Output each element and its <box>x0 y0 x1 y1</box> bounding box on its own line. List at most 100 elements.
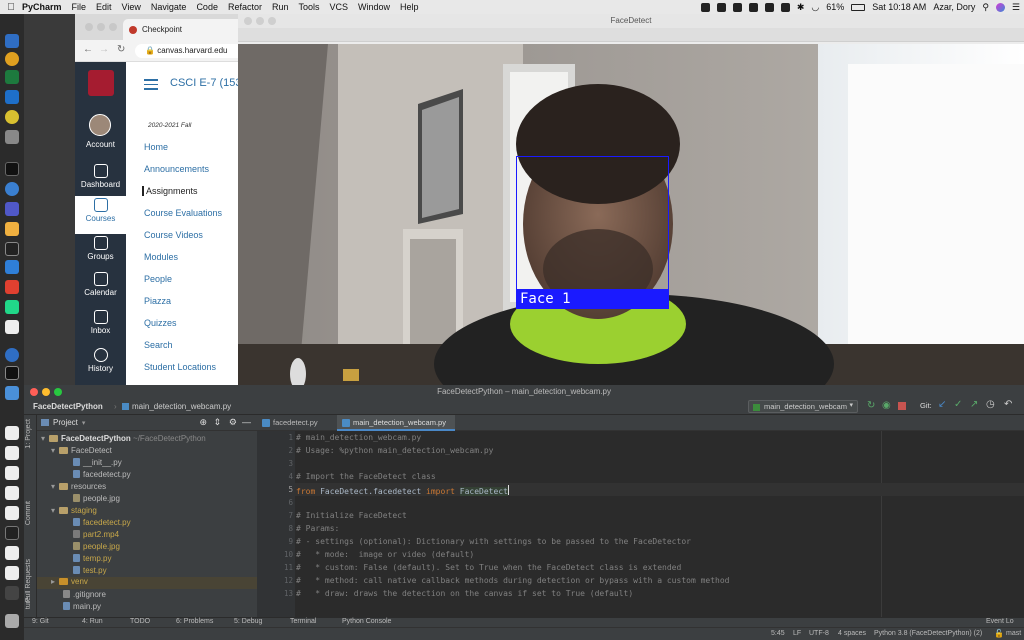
document-icon[interactable] <box>5 446 19 460</box>
clock[interactable]: Sat 10:18 AM <box>872 2 926 12</box>
gear-icon[interactable]: ⚙ <box>229 417 237 428</box>
locate-icon[interactable]: ⊕ <box>199 417 207 428</box>
indent-setting[interactable]: 4 spaces <box>838 630 866 637</box>
run-config-select[interactable]: main_detection_webcam ▾ <box>748 400 858 413</box>
forward-arrow-icon[interactable]: → <box>99 44 109 55</box>
close-button[interactable] <box>30 388 38 396</box>
tree-item[interactable]: ▾ FaceDetect <box>51 446 112 455</box>
menu-refactor[interactable]: Refactor <box>228 2 262 12</box>
history-icon[interactable]: ◷ <box>986 399 995 410</box>
tree-item[interactable]: facedetect.py <box>73 518 131 527</box>
code-line[interactable]: # Initialize FaceDetect <box>296 511 407 520</box>
tool-tab-commit[interactable]: Commit <box>25 501 32 525</box>
menu-help[interactable]: Help <box>400 2 419 12</box>
course-link-modules[interactable]: Modules <box>144 252 178 262</box>
minimize-button[interactable] <box>97 23 105 31</box>
user-name[interactable]: Azar, Dory <box>933 2 975 12</box>
menu-window[interactable]: Window <box>358 2 390 12</box>
course-link-assignments[interactable]: Assignments <box>142 186 198 196</box>
code-line[interactable]: # * mode: image or video (default) <box>296 550 474 559</box>
tool-git[interactable]: 9: Git <box>32 618 49 625</box>
course-link-course-evaluations[interactable]: Course Evaluations <box>144 208 222 218</box>
editor-tab-active[interactable]: main_detection_webcam.py <box>337 415 455 431</box>
browser-tab[interactable]: Checkpoint <box>123 19 245 40</box>
bluetooth-icon[interactable]: ✱ <box>797 2 805 13</box>
nav-history[interactable]: History <box>75 346 126 382</box>
app-icon[interactable] <box>5 280 19 294</box>
course-link-piazza[interactable]: Piazza <box>144 296 171 306</box>
nav-dashboard[interactable]: Dashboard <box>75 162 126 198</box>
tool-python-console[interactable]: Python Console <box>342 618 391 625</box>
tool-todo[interactable]: TODO <box>130 618 150 625</box>
battery-percent[interactable]: 61% <box>826 2 844 12</box>
menu-view[interactable]: View <box>122 2 141 12</box>
code-line-import[interactable]: from FaceDetect.facedetect import FaceDe… <box>296 485 509 496</box>
code-line[interactable]: # * draw: draws the detection on the can… <box>296 589 633 598</box>
app-icon[interactable] <box>5 242 19 256</box>
wifi-icon[interactable]: ◡ <box>811 2 819 13</box>
zoom-button[interactable] <box>54 388 62 396</box>
dock-app-icon[interactable] <box>5 34 19 48</box>
lock-icon[interactable]: 🔓 <box>994 629 1004 638</box>
app-status-icon[interactable] <box>780 2 790 12</box>
tree-item[interactable]: ▸ venv <box>37 577 257 589</box>
course-link-people[interactable]: People <box>144 274 172 284</box>
folder-icon[interactable] <box>5 386 19 400</box>
nav-inbox[interactable]: Inbox <box>75 308 126 344</box>
code-line[interactable]: # - settings (optional): Dictionary with… <box>296 537 691 546</box>
course-link-announcements[interactable]: Announcements <box>144 164 209 174</box>
app-status-icon[interactable] <box>748 2 758 12</box>
outlook-icon[interactable] <box>5 90 19 104</box>
menu-vcs[interactable]: VCS <box>330 2 349 12</box>
apple-menu-icon[interactable]:  <box>0 2 22 13</box>
breadcrumb-file[interactable]: main_detection_webcam.py <box>132 402 231 411</box>
minimize-button[interactable] <box>256 17 264 25</box>
breadcrumb-project[interactable]: FaceDetectPython <box>33 402 103 411</box>
tool-tab-project[interactable]: 1: Project <box>25 419 32 449</box>
debug-icon[interactable]: ◉ <box>882 400 891 411</box>
line-separator[interactable]: LF <box>793 630 801 637</box>
document-icon[interactable] <box>5 486 19 500</box>
app-status-icon[interactable] <box>700 2 710 12</box>
chrome-icon[interactable] <box>5 52 19 66</box>
photos-icon[interactable] <box>5 110 19 124</box>
app-icon[interactable] <box>5 130 19 144</box>
caret-position[interactable]: 5:45 <box>771 630 785 637</box>
nav-courses[interactable]: Courses <box>75 196 126 234</box>
nav-calendar[interactable]: Calendar <box>75 270 126 306</box>
tree-item[interactable]: people.jpg <box>73 542 120 551</box>
course-link-search[interactable]: Search <box>144 340 173 350</box>
tool-debug[interactable]: 5: Debug <box>234 618 262 625</box>
code-line[interactable]: # Params: <box>296 524 339 533</box>
tool-event-log[interactable]: Event Lo <box>986 618 1014 625</box>
nav-account[interactable]: Account <box>75 140 126 158</box>
tree-item[interactable]: part2.mp4 <box>73 530 119 539</box>
tool-problems[interactable]: 6: Problems <box>176 618 213 625</box>
tool-terminal[interactable]: Terminal <box>290 618 316 625</box>
menu-code[interactable]: Code <box>196 2 218 12</box>
tree-item[interactable]: ▾ resources <box>51 482 106 491</box>
app-icon[interactable] <box>5 348 19 362</box>
chevron-down-icon[interactable]: ▾ <box>82 419 86 427</box>
git-update-icon[interactable]: ↙ <box>938 399 946 410</box>
menu-file[interactable]: File <box>72 2 87 12</box>
git-push-icon[interactable]: ↗ <box>970 399 978 410</box>
tree-item[interactable]: ▾ staging <box>51 506 97 515</box>
run-icon[interactable]: ↻ <box>867 400 875 411</box>
hamburger-menu-icon[interactable] <box>144 79 158 93</box>
stop-icon[interactable] <box>898 402 906 410</box>
document-icon[interactable] <box>5 546 19 560</box>
editor-tab[interactable]: facedetect.py <box>257 415 337 431</box>
close-button[interactable] <box>85 23 93 31</box>
app-icon[interactable] <box>5 366 19 380</box>
app-status-icon[interactable] <box>732 2 742 12</box>
document-icon[interactable] <box>5 466 19 480</box>
course-link-home[interactable]: Home <box>144 142 168 152</box>
tool-tab-pull-requests[interactable]: Pull Requests <box>25 559 32 602</box>
avatar[interactable] <box>89 114 111 136</box>
minimize-panel-icon[interactable]: — <box>242 417 251 427</box>
app-icon[interactable] <box>5 260 19 274</box>
excel-icon[interactable] <box>5 70 19 84</box>
back-arrow-icon[interactable]: ← <box>83 44 93 55</box>
search-icon[interactable]: ⚲ <box>982 2 989 13</box>
